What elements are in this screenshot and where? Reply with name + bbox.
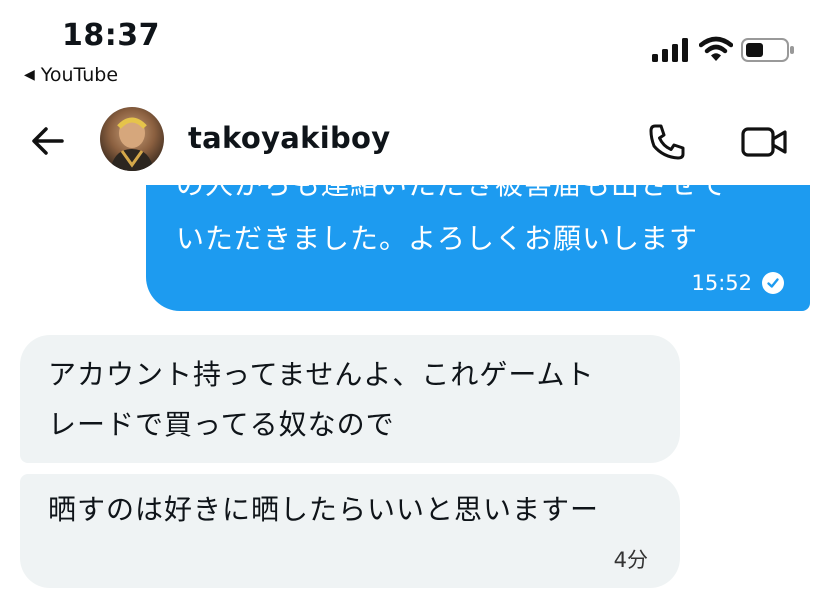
back-triangle-icon: ◀ (24, 67, 35, 83)
status-time: 18:37 (62, 18, 160, 53)
chat-username[interactable]: takoyakiboy (188, 121, 390, 155)
message-text-line: の人からも連絡いただき被害届も出させて (176, 185, 727, 203)
back-app-label: YouTube (40, 64, 119, 86)
message-text-line: レードで買ってる奴なので (48, 408, 395, 441)
read-check-icon (762, 272, 784, 294)
avatar[interactable] (100, 107, 164, 171)
incoming-message-bubble[interactable]: 晒すのは好きに晒したらいいと思いますー 4分 (20, 474, 680, 588)
video-camera-icon[interactable] (740, 120, 788, 164)
message-time: 15:52 (691, 271, 752, 295)
chat-thread[interactable]: の人からも連絡いただき被害届も出させて いただきました。よろしくお願いします 1… (0, 185, 827, 599)
wifi-icon (699, 36, 733, 61)
message-meta: 15:52 (691, 271, 784, 295)
incoming-message-bubble[interactable]: アカウント持ってませんよ、これゲームト レードで買ってる奴なので (20, 335, 680, 463)
back-arrow-icon[interactable] (28, 121, 68, 161)
outgoing-message-bubble[interactable]: の人からも連絡いただき被害届も出させて いただきました。よろしくお願いします 1… (146, 185, 810, 311)
message-text-line: いただきました。よろしくお願いします (176, 222, 699, 255)
message-text-line: アカウント持ってませんよ、これゲームト (48, 358, 595, 391)
signal-icon (652, 38, 688, 62)
message-time: 4分 (613, 548, 648, 572)
battery-icon (741, 38, 794, 62)
back-to-app-link[interactable]: ◀ YouTube (24, 64, 118, 86)
avatar-image (110, 117, 154, 171)
message-text-line: 晒すのは好きに晒したらいいと思いますー (48, 493, 600, 526)
phone-icon[interactable] (645, 120, 689, 164)
